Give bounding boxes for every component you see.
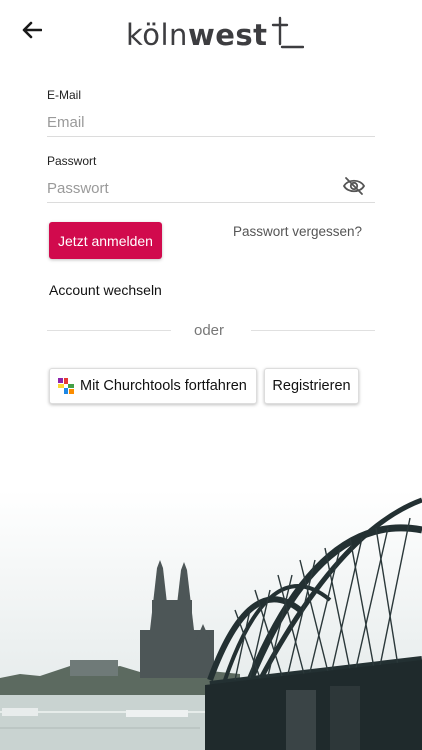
churchtools-button[interactable]: Mit Churchtools fortfahren — [49, 368, 257, 404]
cologne-skyline-image — [0, 490, 422, 750]
switch-account-link[interactable]: Account wechseln — [49, 282, 162, 298]
cross-icon — [271, 16, 304, 49]
logo-text-bold: west — [187, 18, 268, 52]
divider-line-left — [47, 330, 171, 331]
divider-line-right — [251, 330, 375, 331]
login-button[interactable]: Jetzt anmelden — [49, 222, 162, 259]
app-logo: köln west — [126, 14, 304, 50]
divider-text: oder — [194, 322, 225, 339]
arrow-left-icon — [22, 21, 42, 39]
register-button[interactable]: Registrieren — [264, 368, 359, 404]
password-label: Passwort — [47, 154, 97, 168]
forgot-password-link[interactable]: Passwort vergessen? — [233, 224, 362, 239]
password-field[interactable] — [47, 174, 375, 203]
eye-off-icon[interactable] — [342, 176, 366, 196]
churchtools-icon — [58, 378, 74, 394]
email-field[interactable] — [47, 108, 375, 137]
back-button[interactable] — [18, 16, 46, 44]
email-label: E-Mail — [47, 88, 82, 102]
logo-text-light: köln — [126, 18, 188, 52]
churchtools-button-label: Mit Churchtools fortfahren — [80, 378, 247, 394]
